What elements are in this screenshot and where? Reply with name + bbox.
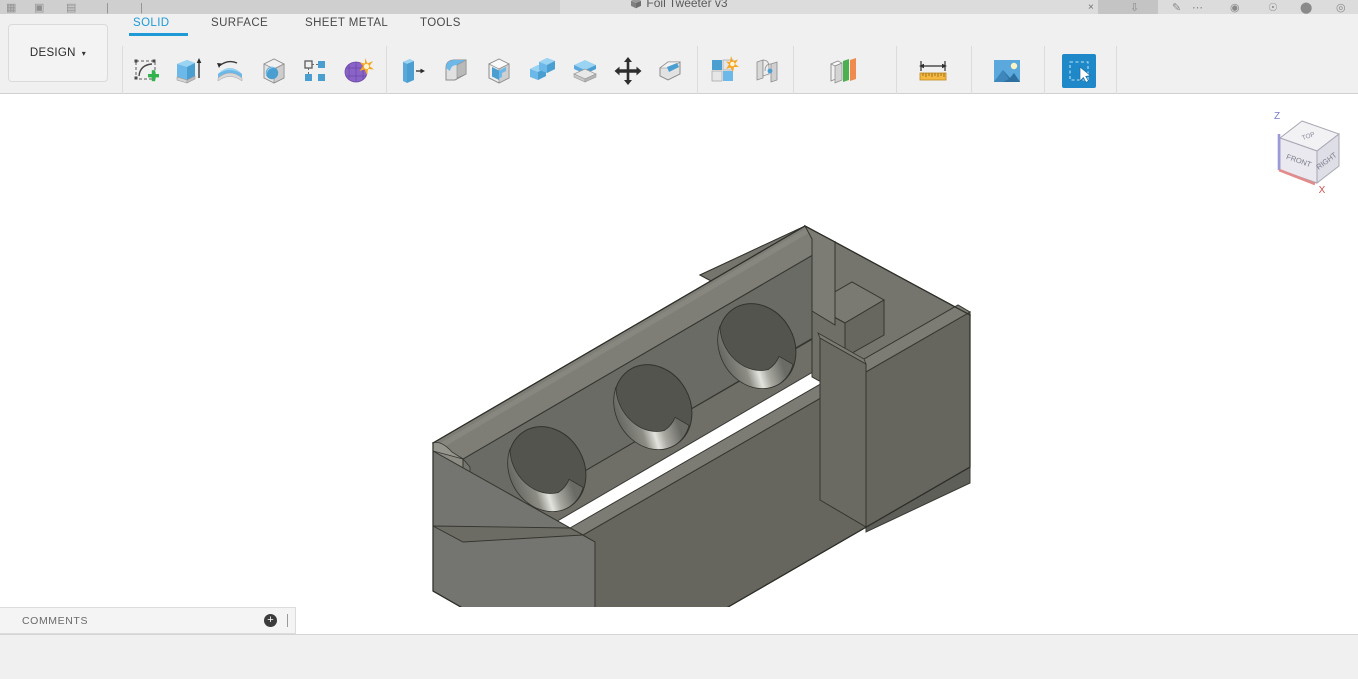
folder-icon[interactable]: ▣ (34, 3, 44, 14)
tab-divider-1: | (106, 2, 109, 14)
tab-sheet-metal[interactable]: SHEET METAL (305, 17, 388, 29)
apps-grid-icon[interactable]: ▦ (6, 3, 16, 14)
ribbon-separator (793, 46, 794, 94)
new-component-icon[interactable] (706, 54, 740, 88)
tab-surface[interactable]: SURFACE (211, 17, 268, 29)
download-icon[interactable]: ⇩ (1130, 3, 1139, 14)
split-face-icon[interactable] (568, 54, 602, 88)
comments-resize-grip[interactable] (287, 614, 288, 627)
joint-icon[interactable] (751, 54, 785, 88)
extensions-dots-icon[interactable]: ⋯ (1192, 3, 1203, 14)
create-sketch-icon[interactable] (130, 54, 164, 88)
combine-icon[interactable] (525, 54, 559, 88)
tab-solid[interactable]: SOLID (133, 17, 170, 29)
timeline-bar (0, 634, 1358, 679)
edit-icon[interactable]: ✎ (1172, 3, 1181, 14)
chevron-down-icon: ▾ (81, 48, 87, 58)
ribbon-separator (971, 46, 972, 94)
tab-divider-2: | (140, 2, 143, 14)
press-pull-icon[interactable] (395, 54, 429, 88)
comments-panel-header[interactable]: COMMENTS + (0, 607, 296, 634)
extrude-icon[interactable] (170, 54, 204, 88)
view-cube[interactable]: TOP FRONT RIGHT Z X (1255, 101, 1358, 201)
offset-plane-icon[interactable] (826, 54, 860, 88)
workspace-switcher-button[interactable]: DESIGN ▾ (8, 24, 108, 82)
tab-tools[interactable]: TOOLS (420, 17, 461, 29)
document-title: Foil Tweeter v3 (646, 0, 728, 10)
viewcube-axis-z: Z (1274, 111, 1280, 122)
ribbon-separator (697, 46, 698, 94)
fusion-window: ▦ ▣ ▤ | | × ⇩ ✎ ⋯ ◉ ☉ ⬤ ◎ Foil Tweeter v… (0, 0, 1358, 679)
viewcube-axis-x: X (1319, 185, 1326, 196)
ribbon-toolbar: DESIGN ▾ SOLID SURFACE SHEET METAL TOOLS (0, 14, 1358, 105)
browser-tabstrip (0, 0, 560, 14)
browser-chrome-sliver: ▦ ▣ ▤ | | × ⇩ ✎ ⋯ ◉ ☉ ⬤ ◎ Foil Tweeter v… (0, 0, 1358, 14)
shield-icon[interactable]: ⬤ (1300, 3, 1312, 14)
comments-row-filler (296, 607, 1358, 634)
select-window-icon[interactable] (1062, 54, 1096, 88)
insert-mcmaster-icon[interactable] (990, 54, 1024, 88)
ribbon-separator (896, 46, 897, 94)
model-body[interactable] (0, 95, 1358, 607)
revolve-icon[interactable] (213, 54, 247, 88)
notifications-icon[interactable]: ☉ (1268, 3, 1278, 14)
profile-icon[interactable]: ◉ (1230, 3, 1240, 14)
viewport-canvas[interactable]: TOP FRONT RIGHT Z X (0, 95, 1358, 607)
ribbon-separator (1044, 46, 1045, 94)
ribbon-separator (122, 46, 123, 94)
ribbon-separator (386, 46, 387, 94)
shell-icon[interactable] (482, 54, 516, 88)
active-tab-underline (129, 33, 188, 36)
move-copy-icon[interactable] (611, 54, 645, 88)
hole-sphere-icon[interactable] (257, 54, 291, 88)
document-cube-icon (630, 0, 642, 9)
menu-icon[interactable]: ◎ (1336, 3, 1346, 14)
comments-title: COMMENTS (22, 614, 89, 627)
measure-icon[interactable] (916, 54, 950, 88)
delete-face-icon[interactable] (654, 54, 688, 88)
add-comment-icon[interactable]: + (264, 614, 277, 627)
rectangular-pattern-icon[interactable] (298, 54, 332, 88)
fillet-icon[interactable] (439, 54, 473, 88)
browser-toolbar-icons: ⇩ ✎ ⋯ ◉ ☉ ⬤ ◎ (1080, 0, 1358, 14)
bookmark-icon[interactable]: ▤ (66, 3, 76, 14)
create-form-icon[interactable] (341, 54, 375, 88)
ribbon-separator (1116, 46, 1117, 94)
workspace-switcher-label: DESIGN (29, 47, 76, 59)
